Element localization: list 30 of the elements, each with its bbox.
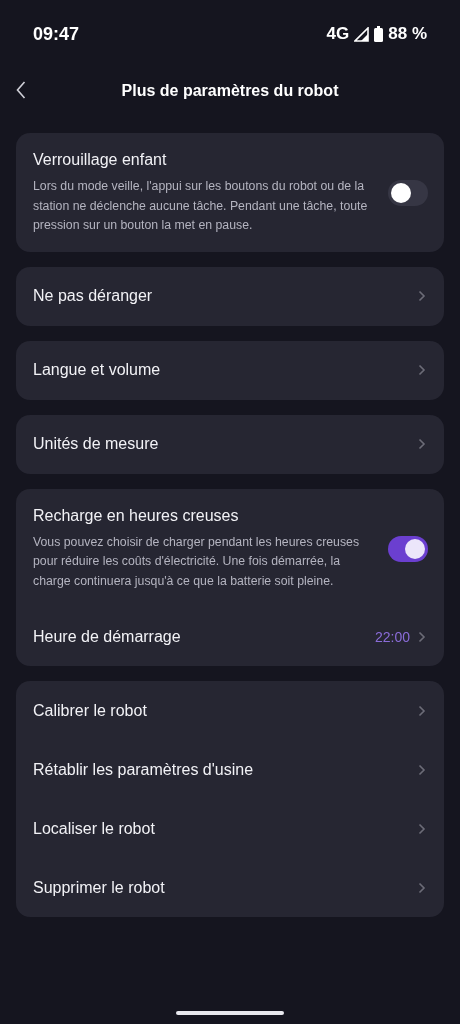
chevron-right-icon <box>418 763 426 776</box>
time-value: 22:00 <box>374 628 410 645</box>
setting-title: Verrouillage enfant <box>33 151 168 169</box>
setting-description: Lors du mode veille, l'appui sur les boutons du robot ou de la station ne déclenche aucune tâche. Pendant une tâche, toute pression sur un bouton la met en pause. <box>33 178 369 234</box>
network-label: 4G <box>326 24 350 44</box>
settings-row[interactable]: Supprimer le robot <box>16 858 444 917</box>
battery-icon <box>374 26 384 42</box>
chevron-right-icon <box>418 881 426 894</box>
clock-time: 09:47 <box>33 23 80 45</box>
settings-row[interactable]: Rétablir les paramètres d'usine <box>16 740 444 799</box>
back-button[interactable] <box>14 79 28 101</box>
toggle-switch[interactable] <box>388 180 428 206</box>
chevron-right-icon <box>418 630 426 643</box>
settings-row[interactable]: Heure de démarrage 22:00 <box>16 607 444 666</box>
chevron-right-icon <box>418 822 426 835</box>
settings-row[interactable]: Calibrer le robot <box>16 681 444 740</box>
setting-title: Recharge en heures creuses <box>33 506 240 525</box>
settings-row[interactable]: Localiser le robot <box>16 799 444 858</box>
page-title: Plus de paramètres du robot <box>121 82 339 100</box>
settings-row[interactable]: Langue et volume <box>16 340 444 400</box>
chevron-right-icon <box>418 364 426 376</box>
chevron-right-icon <box>418 704 426 717</box>
toggle-switch[interactable] <box>388 535 428 562</box>
chevron-right-icon <box>418 438 426 450</box>
battery-percentage: 88 % <box>388 24 427 44</box>
setting-description: Vous pouvez choisir de charger pendant les heures creuses pour réduire les coûts d'électricité. Une fois démarrée, la charge continuera jusqu'à ce que la batterie soit pleine. <box>33 533 361 590</box>
chevron-right-icon <box>418 290 426 302</box>
signal-icon <box>354 26 370 42</box>
settings-row[interactable]: Ne pas déranger <box>16 266 444 326</box>
settings-row[interactable]: Unités de mesure <box>16 414 444 474</box>
